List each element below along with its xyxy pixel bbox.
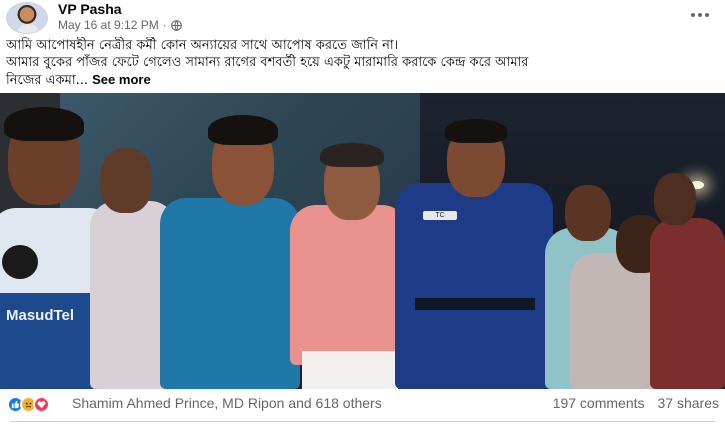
post-text-line: আমার বুকের পাঁজর ফেটে গেলেও সামান্য রাগে…: [6, 55, 529, 70]
photo-person-officer: TC: [395, 93, 555, 389]
author-avatar[interactable]: [6, 2, 48, 34]
love-icon: [33, 395, 50, 413]
engagement-counts: 197 comments 37 shares: [553, 395, 719, 411]
photo-person-right-3: [640, 93, 725, 389]
meta-separator: ·: [162, 18, 167, 32]
post-timestamp[interactable]: May 16 at 9:12 PM: [58, 18, 159, 32]
see-more-link[interactable]: See more: [92, 72, 151, 87]
post-footer: Shamim Ahmed Prince, MD Ripon and 618 ot…: [0, 390, 725, 425]
name-badge: TC: [423, 211, 457, 220]
comments-count[interactable]: 197 comments: [553, 395, 645, 411]
facebook-post: VP Pasha May 16 at 9:12 PM · আমি আপোষহীন…: [0, 0, 725, 425]
post-text-line: নিজের একমা...: [6, 73, 88, 88]
more-horizontal-icon: [698, 13, 702, 17]
post-text-line: আমি আপোষহীন নেত্রীর কর্মী কোন অন্যায়ের …: [6, 38, 399, 53]
more-horizontal-icon: [691, 13, 695, 17]
globe-icon[interactable]: [170, 19, 182, 31]
more-horizontal-icon: [705, 13, 709, 17]
reaction-icons[interactable]: [7, 395, 50, 413]
more-options-button[interactable]: [689, 6, 711, 24]
post-text-line-last: নিজের একমা... See more: [6, 71, 718, 89]
post-meta: May 16 at 9:12 PM ·: [58, 18, 182, 32]
jersey-text: MasudTel: [6, 307, 75, 324]
author-name[interactable]: VP Pasha: [58, 1, 122, 17]
shares-count[interactable]: 37 shares: [658, 395, 719, 411]
footer-divider: [10, 421, 715, 422]
post-header: VP Pasha May 16 at 9:12 PM ·: [0, 0, 725, 36]
post-photo[interactable]: MasudTel TC: [0, 93, 725, 389]
reacted-by-text[interactable]: Shamim Ahmed Prince, MD Ripon and 618 ot…: [72, 395, 382, 411]
post-text: আমি আপোষহীন নেত্রীর কর্মী কোন অন্যায়ের …: [6, 37, 718, 89]
